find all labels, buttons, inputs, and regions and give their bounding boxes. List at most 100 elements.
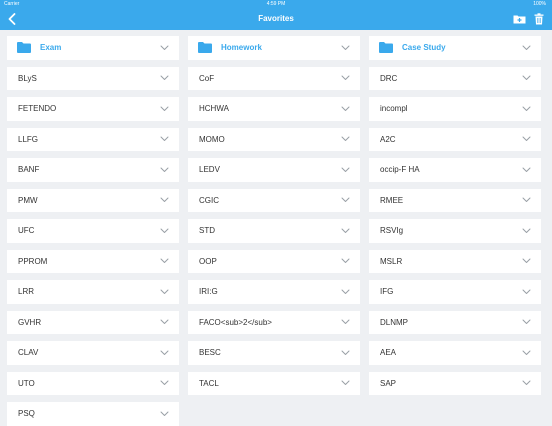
chevron-down-icon [341,228,350,233]
favorite-item[interactable]: LRR [7,280,179,304]
favorite-label: incompl [380,104,408,114]
folder-icon [379,42,393,54]
favorite-item[interactable]: RSVIg [369,219,541,243]
favorite-label: RMEE [380,195,404,205]
chevron-down-icon [341,106,350,111]
favorite-label: GVHR [18,317,42,327]
favorite-label: LRR [18,287,35,297]
favorite-label: TACL [199,378,219,388]
chevron-down-icon [160,289,169,294]
chevron-down-icon [522,319,531,325]
folder-item[interactable]: Exam [7,36,179,60]
favorite-item[interactable]: BESC [188,341,360,365]
clock: 4:59 PM [266,1,286,7]
favorite-item[interactable]: LLFG [7,127,179,151]
new-folder-button[interactable] [512,11,526,27]
favorite-label: IRI:G [199,287,218,297]
favorite-item[interactable]: STD [188,219,360,243]
favorite-label: STD [199,226,215,236]
favorite-item[interactable]: BANF [7,158,179,182]
chevron-down-icon [160,380,169,386]
chevron-down-icon [160,136,169,142]
navigation-bar: Favorites [0,8,552,30]
battery-level: 100% [533,1,546,7]
favorite-label: PMW [18,195,38,205]
chevron-down-icon [522,350,531,355]
favorite-label: MSLR [380,256,403,266]
chevron-down-icon [522,380,531,386]
chevron-down-icon [522,75,531,81]
favorite-item[interactable]: FACO<sub>2</sub> [188,310,360,334]
chevron-down-icon [160,167,169,172]
folder-label: Homework [221,43,262,53]
chevron-down-icon [522,228,531,233]
favorite-label: MOMO [199,134,225,144]
chevron-down-icon [341,197,350,203]
favorite-item[interactable]: UFC [7,219,179,243]
favorite-item[interactable]: MSLR [369,249,541,273]
favorite-label: CLAV [18,348,39,358]
chevron-down-icon [522,197,531,203]
favorite-item[interactable]: OOP [188,249,360,273]
favorite-label: DLNMP [380,317,409,327]
favorite-item[interactable]: DLNMP [369,310,541,334]
favorite-label: DRC [380,73,398,83]
favorite-item[interactable]: PMW [7,188,179,212]
chevron-down-icon [341,319,350,325]
chevron-down-icon [341,380,350,386]
delete-button[interactable] [532,11,546,27]
favorite-item[interactable]: LEDV [188,158,360,182]
favorite-item[interactable]: IFG [369,280,541,304]
chevron-down-icon [522,45,531,50]
favorite-label: BLyS [18,73,37,83]
chevron-down-icon [341,289,350,294]
favorite-item[interactable]: HCHWA [188,97,360,121]
status-bar: Carrier 4:59 PM 100% [0,0,552,8]
chevron-down-icon [160,228,169,233]
chevron-down-icon [160,75,169,81]
favorite-item[interactable]: CLAV [7,341,179,365]
folder-item[interactable]: Case Study [369,36,541,60]
chevron-down-icon [160,258,169,264]
favorite-item[interactable]: A2C [369,127,541,151]
favorite-item[interactable]: CoF [188,66,360,90]
favorite-label: CGIC [199,195,219,205]
favorite-label: LEDV [199,165,220,175]
favorite-label: OOP [199,256,217,266]
favorite-item[interactable]: PPROM [7,249,179,273]
favorite-label: UTO [18,378,35,388]
folder-label: Exam [40,43,62,53]
favorite-item[interactable]: DRC [369,66,541,90]
chevron-down-icon [522,136,531,142]
favorites-grid: Exam Homework Case Study BLyS CoF DRC FETENDO H… [7,36,541,426]
favorite-label: FACO<sub>2</sub> [199,317,272,327]
favorite-item[interactable]: BLyS [7,66,179,90]
favorite-item[interactable]: TACL [188,371,360,395]
chevron-down-icon [160,106,169,111]
chevron-down-icon [160,350,169,355]
chevron-down-icon [522,106,531,111]
folder-item[interactable]: Homework [188,36,360,60]
nav-actions [512,11,546,27]
favorite-item[interactable]: occip-F HA [369,158,541,182]
favorite-item[interactable]: GVHR [7,310,179,334]
favorite-item[interactable]: FETENDO [7,97,179,121]
favorite-label: RSVIg [380,226,404,236]
favorite-item[interactable]: incompl [369,97,541,121]
folder-icon [17,42,31,54]
new-folder-icon [513,15,525,24]
favorite-item[interactable]: IRI:G [188,280,360,304]
chevron-down-icon [522,289,531,294]
favorite-item[interactable]: SAP [369,371,541,395]
favorite-item[interactable]: AEA [369,341,541,365]
favorite-item[interactable]: RMEE [369,188,541,212]
favorite-label: BANF [18,165,40,175]
favorite-label: PPROM [18,256,48,266]
favorite-item[interactable]: MOMO [188,127,360,151]
favorite-item[interactable]: CGIC [188,188,360,212]
chevron-down-icon [341,75,350,81]
favorite-label: IFG [380,287,394,297]
favorite-label: HCHWA [199,104,229,114]
favorite-label: UFC [18,226,35,236]
favorite-item[interactable]: UTO [7,371,179,395]
